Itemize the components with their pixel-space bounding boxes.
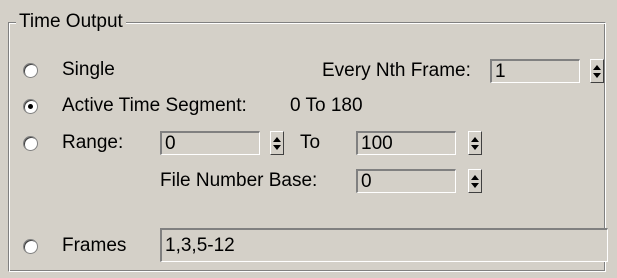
spinner-up-icon[interactable] [471,137,479,142]
range-to-label: To [300,132,321,153]
file-number-base-label: File Number Base: [160,170,318,191]
file-number-base-spinner[interactable] [468,169,482,193]
active-time-segment-radio[interactable] [23,99,38,114]
active-time-segment-value: 0 To 180 [290,95,363,116]
range-to-input[interactable]: 100 [356,131,456,155]
spinner-up-icon[interactable] [593,65,601,70]
spinner-up-icon[interactable] [273,137,281,142]
every-nth-frame-input[interactable]: 1 [490,59,580,83]
spinner-down-icon[interactable] [273,145,281,150]
active-time-segment-label[interactable]: Active Time Segment: [62,94,247,118]
frames-radio[interactable] [23,239,38,254]
radio-selected-dot-icon [28,104,33,109]
range-from-spinner[interactable] [270,131,284,155]
range-to-spinner[interactable] [468,131,482,155]
every-nth-frame-spinner[interactable] [590,59,604,83]
spinner-down-icon[interactable] [471,183,479,188]
spinner-up-icon[interactable] [471,175,479,180]
frames-input[interactable]: 1,3,5-12 [160,228,608,262]
every-nth-frame-label: Every Nth Frame: [322,60,471,81]
single-radio[interactable] [23,63,38,78]
frames-label[interactable]: Frames [62,234,126,258]
range-radio[interactable] [23,136,38,151]
single-label[interactable]: Single [62,58,115,82]
group-title: Time Output [16,10,126,34]
spinner-down-icon[interactable] [471,145,479,150]
spinner-down-icon[interactable] [593,73,601,78]
range-label[interactable]: Range: [62,131,123,155]
file-number-base-input[interactable]: 0 [356,169,456,193]
range-from-input[interactable]: 0 [160,131,260,155]
